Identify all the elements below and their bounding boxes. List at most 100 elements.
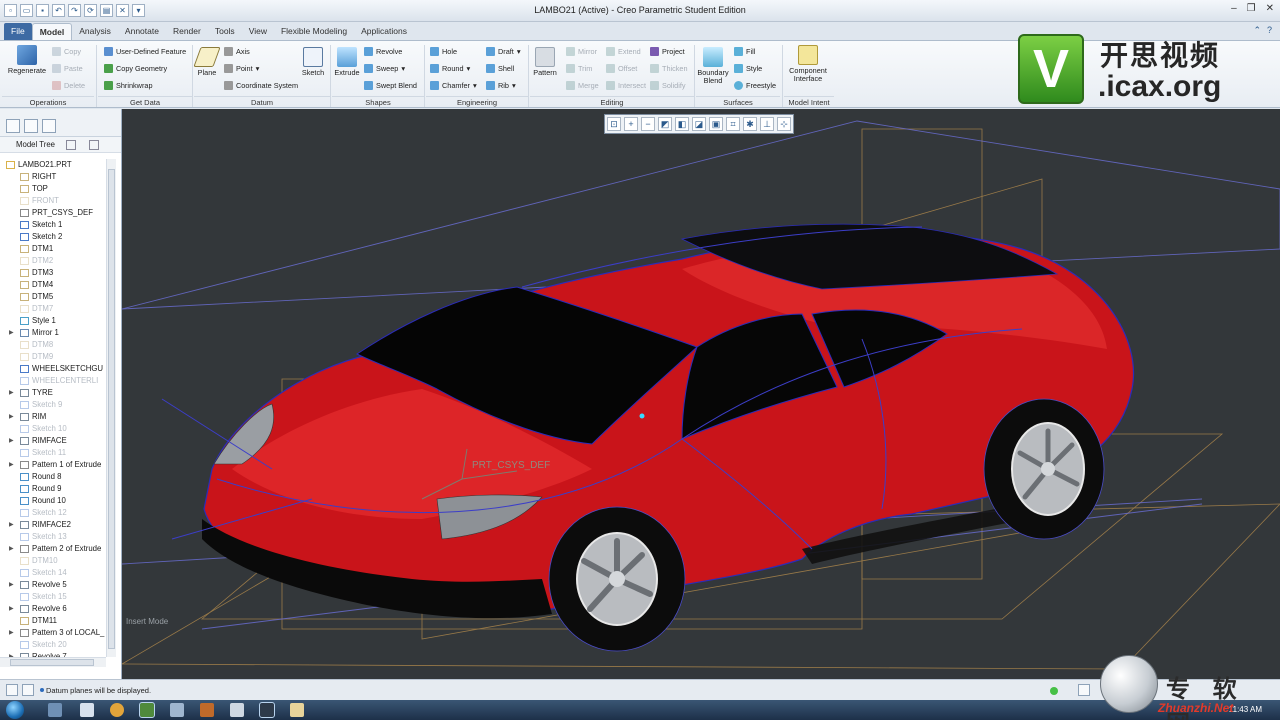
datum-group-footer[interactable]: Datum [194,96,330,108]
round-button[interactable]: Round ▾ [430,64,470,73]
spin-center-icon[interactable]: ⊹ [777,117,791,131]
tree-node[interactable]: DTM1 [0,243,106,255]
tree-node[interactable]: DTM8 [0,339,106,351]
scroll-thumb[interactable] [108,169,115,649]
taskbar-creo-icon[interactable] [139,702,155,718]
tree-node[interactable]: FRONT [0,195,106,207]
expand-arrow-icon[interactable]: ▶ [9,579,14,591]
extrude-button[interactable]: Extrude [332,47,362,77]
tree-node[interactable]: ▶ RIMFACE [0,435,106,447]
copy-button[interactable]: Copy [52,47,81,56]
chamfer-button[interactable]: Chamfer ▾ [430,81,477,90]
tab-model[interactable]: Model [31,23,73,40]
expand-arrow-icon[interactable]: ▶ [9,603,14,615]
expand-arrow-icon[interactable]: ▶ [9,327,14,339]
taskbar-app-icon[interactable] [170,703,184,717]
layout-icon[interactable] [6,684,18,696]
model-intent-group-footer[interactable]: Model Intent [784,96,834,108]
tab-annotate[interactable]: Annotate [118,23,166,40]
tree-settings-icon[interactable] [89,139,100,150]
shrinkwrap-button[interactable]: Shrinkwrap [104,81,153,90]
tree-node[interactable]: ▶ Mirror 1 [0,327,106,339]
thicken-button[interactable]: Thicken [650,64,688,73]
udf-button[interactable]: User-Defined Feature [104,47,186,56]
tree-node[interactable]: WHEELSKETCHGU [0,363,106,375]
tree-node[interactable]: Sketch 9 [0,399,106,411]
tab-render[interactable]: Render [166,23,208,40]
style-button[interactable]: Style [734,64,762,73]
shell-button[interactable]: Shell [486,64,514,73]
extend-button[interactable]: Extend [606,47,641,56]
taskbar-app-icon[interactable] [200,703,214,717]
tree-horizontal-scrollbar[interactable] [0,657,106,667]
annotation-display-icon[interactable]: ⊥ [760,117,774,131]
tree-node[interactable]: ▶ Pattern 3 of LOCAL_ [0,627,106,639]
expand-arrow-icon[interactable]: ▶ [9,519,14,531]
tree-node[interactable]: PRT_CSYS_DEF [0,207,106,219]
expand-arrow-icon[interactable]: ▶ [9,411,14,423]
favorites-tab-icon[interactable] [42,119,56,133]
tree-node[interactable]: DTM3 [0,267,106,279]
tree-node[interactable]: DTM2 [0,255,106,267]
taskbar-folder-icon[interactable] [290,703,304,717]
tree-node[interactable]: Sketch 14 [0,567,106,579]
tab-file[interactable]: File [4,23,32,40]
taskbar-app-icon[interactable] [80,703,94,717]
graphics-window[interactable]: ⊡ + − ◩ ◧ ◪ ▣ ⌗ ✱ ⊥ ⊹ PRT_CSYS_DEF Inser… [122,109,1280,679]
tree-node[interactable]: ▶ Revolve 6 [0,603,106,615]
repaint-icon[interactable]: ◩ [658,117,672,131]
draft-button[interactable]: Draft ▾ [486,47,520,56]
tab-applications[interactable]: Applications [354,23,414,40]
get-data-group-footer[interactable]: Get Data [98,96,192,108]
freestyle-button[interactable]: Freestyle [734,81,776,90]
zoom-out-icon[interactable]: − [641,117,655,131]
tab-analysis[interactable]: Analysis [72,23,118,40]
revolve-button[interactable]: Revolve [364,47,402,56]
taskbar-app-icon[interactable] [230,703,244,717]
tree-filters-icon[interactable] [66,139,77,150]
minimize-icon[interactable]: – [1231,3,1237,14]
hole-button[interactable]: Hole [430,47,457,56]
point-button[interactable]: Point ▾ [224,64,259,73]
tree-node[interactable]: Sketch 15 [0,591,106,603]
paste-button[interactable]: Paste [52,64,83,73]
tree-node[interactable]: DTM11 [0,615,106,627]
tree-node[interactable]: Round 9 [0,483,106,495]
offset-button[interactable]: Offset [606,64,637,73]
refit-icon[interactable]: ⊡ [607,117,621,131]
engineering-group-footer[interactable]: Engineering [426,96,528,108]
car-model-view[interactable] [122,109,1280,679]
editing-group-footer[interactable]: Editing [530,96,694,108]
shapes-group-footer[interactable]: Shapes [332,96,424,108]
model-tree-tab-icon[interactable] [6,119,20,133]
solidify-button[interactable]: Solidify [650,81,686,90]
component-interface-button[interactable]: Component Interface [786,45,830,83]
maximize-icon[interactable]: ❐ [1247,3,1256,14]
operations-group-footer[interactable]: Operations [2,96,94,108]
regenerate-button[interactable]: Regenerate [6,45,48,75]
folder-browser-tab-icon[interactable] [24,119,38,133]
tree-node[interactable]: TOP [0,183,106,195]
close-icon[interactable]: ✕ [1266,3,1274,14]
mirror-button[interactable]: Mirror [566,47,597,56]
expand-arrow-icon[interactable]: ▶ [9,387,14,399]
tab-flexible-modeling[interactable]: Flexible Modeling [274,23,354,40]
surfaces-group-footer[interactable]: Surfaces [696,96,780,108]
tree-node[interactable]: RIGHT [0,171,106,183]
tree-node[interactable]: Sketch 10 [0,423,106,435]
fill-button[interactable]: Fill [734,47,755,56]
expand-arrow-icon[interactable]: ▶ [9,459,14,471]
zoom-in-icon[interactable]: + [624,117,638,131]
axis-button[interactable]: Axis [224,47,250,56]
merge-button[interactable]: Merge [566,81,599,90]
tab-view[interactable]: View [242,23,274,40]
tree-vertical-scrollbar[interactable] [106,159,116,657]
sweep-button[interactable]: Sweep ▾ [364,64,405,73]
start-button-icon[interactable] [6,701,24,719]
expand-arrow-icon[interactable]: ▶ [9,543,14,555]
tree-node[interactable]: Sketch 11 [0,447,106,459]
tree-node[interactable]: ▶ Pattern 1 of Extrude [0,459,106,471]
tree-node[interactable]: Sketch 1 [0,219,106,231]
pattern-button[interactable]: Pattern [530,47,560,77]
coordinate-system-button[interactable]: Coordinate System [224,81,298,90]
